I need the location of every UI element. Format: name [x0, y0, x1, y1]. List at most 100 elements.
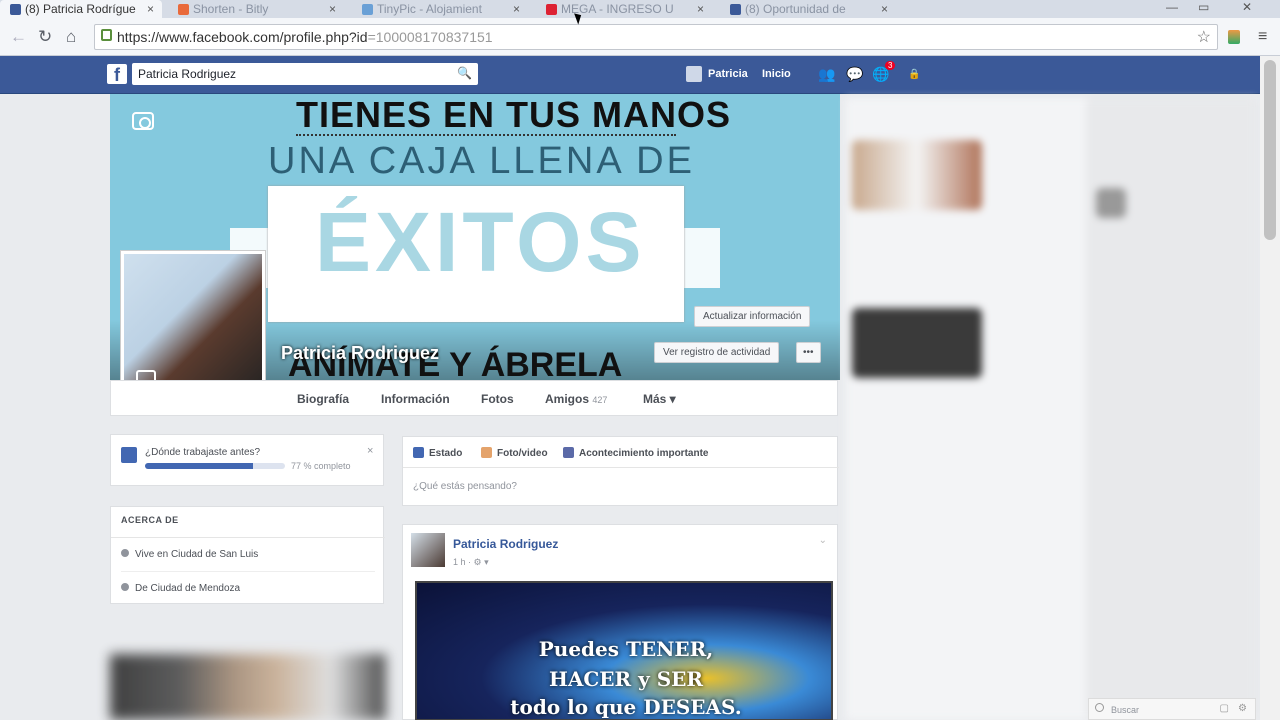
tab-biografia[interactable]: Biografía	[297, 392, 349, 406]
url-host: https://www.facebook.com/profile.php?id	[117, 29, 368, 45]
activity-log-button[interactable]: Ver registro de actividad	[654, 342, 780, 363]
chat-search-bar[interactable]: Buscar ▢ ⚙	[1088, 698, 1256, 720]
pencil-icon	[413, 447, 424, 458]
reload-icon[interactable]: ↻	[38, 27, 52, 47]
blurred-ad-image	[852, 140, 982, 210]
tab-mas[interactable]: Más ▾	[643, 392, 676, 406]
photo-icon	[481, 447, 492, 458]
composer-status-label: Estado	[429, 448, 463, 459]
post-image-text-line3: todo lo que DESEAS.	[510, 695, 742, 719]
profile-completion-card: ¿Dónde trabajaste antes? 77 % completo ×	[110, 434, 384, 486]
composer-status-tab[interactable]: Estado	[413, 447, 462, 459]
post-author-name[interactable]: Patricia Rodriguez	[453, 537, 558, 551]
messages-icon[interactable]: 💬	[846, 66, 863, 82]
post-image[interactable]: Puedes TENER, HACER y SER todo lo que DE…	[415, 581, 833, 720]
completion-progress-bar	[145, 463, 285, 469]
address-bar[interactable]: https://www.facebook.com/profile.php?id=…	[94, 24, 1218, 50]
maximize-icon[interactable]: ▭	[1198, 0, 1209, 14]
header-home-link[interactable]: Inicio	[762, 68, 791, 80]
post-composer: Estado Foto/video Acontecimiento importa…	[402, 436, 839, 506]
close-icon[interactable]: ×	[697, 2, 704, 16]
privacy-shortcuts-icon[interactable]: 🔒	[908, 69, 924, 85]
friends-count: 427	[592, 395, 608, 405]
browser-tab-2[interactable]: Shorten - Bitly ×	[168, 0, 344, 18]
facebook-header: f Patricia Rodriguez 🔍 Patricia Inicio 👥…	[0, 56, 1260, 94]
chat-options-icon[interactable]: ▢	[1220, 703, 1229, 714]
browser-tab-label: (8) Oportunidad de	[745, 2, 846, 16]
close-icon[interactable]: ×	[881, 2, 888, 16]
tab-fotos[interactable]: Fotos	[481, 392, 514, 406]
more-options-button[interactable]: •••	[796, 342, 821, 363]
close-icon[interactable]: ×	[329, 2, 336, 16]
composer-input[interactable]: ¿Qué estás pensando?	[413, 481, 517, 492]
composer-event-tab[interactable]: Acontecimiento importante	[563, 447, 708, 459]
chat-status-icon	[1095, 703, 1104, 712]
browser-tab-label: (8) Patricia Rodrígue	[25, 2, 136, 16]
page-scrollbar[interactable]	[1260, 56, 1280, 720]
scrollbar-thumb[interactable]	[1264, 60, 1276, 240]
bookmark-star-icon[interactable]: ☆	[1197, 27, 1211, 47]
extension-icon[interactable]	[1228, 30, 1240, 44]
about-lives-in[interactable]: Vive en Ciudad de San Luis	[121, 549, 258, 560]
profile-photo-image	[124, 254, 262, 396]
browser-tab-1[interactable]: (8) Patricia Rodrígue ×	[0, 0, 162, 18]
browser-tab-5[interactable]: (8) Oportunidad de ×	[720, 0, 896, 18]
facebook-logo-icon[interactable]: f	[107, 64, 127, 85]
post-meta[interactable]: 1 h · ⚙ ▾	[453, 557, 489, 568]
search-input[interactable]: Patricia Rodriguez 🔍	[132, 63, 478, 85]
flag-icon	[563, 447, 574, 458]
bitly-favicon-icon	[178, 3, 189, 15]
about-from[interactable]: De Ciudad de Mendoza	[121, 583, 240, 594]
completion-question[interactable]: ¿Dónde trabajaste antes?	[145, 447, 260, 458]
profile-tabs: Biografía Información Fotos Amigos 427 M…	[110, 380, 838, 416]
close-icon[interactable]: ×	[147, 2, 154, 16]
lock-icon	[101, 29, 112, 41]
divider	[111, 537, 385, 538]
cover-text-exitos: ÉXITOS	[315, 195, 646, 289]
completion-percent: 77 % completo	[291, 461, 351, 471]
post-author-avatar[interactable]	[411, 533, 445, 567]
about-lives-text: Vive en Ciudad de San Luis	[135, 549, 259, 560]
divider	[121, 571, 375, 572]
header-avatar[interactable]	[686, 66, 702, 82]
url-text: https://www.facebook.com/profile.php?id=…	[117, 29, 493, 45]
search-icon[interactable]: 🔍	[457, 66, 472, 80]
briefcase-icon	[121, 447, 137, 463]
browser-tab-4[interactable]: MEGA - INGRESO U ×	[536, 0, 712, 18]
blurred-photos-preview	[110, 654, 386, 720]
cover-text-line2: UNA CAJA LLENA DE	[268, 140, 695, 182]
location-pin-icon	[121, 583, 129, 591]
header-profile-link[interactable]: Patricia	[708, 68, 748, 80]
home-icon[interactable]: ⌂	[66, 27, 76, 47]
profile-name[interactable]: Patricia Rodriguez	[281, 343, 439, 364]
facebook-favicon-icon	[730, 3, 741, 15]
composer-photo-tab[interactable]: Foto/video	[481, 447, 548, 459]
browser-tab-3[interactable]: TinyPic - Alojamient ×	[352, 0, 528, 18]
about-heading: ACERCA DE	[121, 515, 179, 525]
cover-text-line1: TIENES EN TUS MANOS	[296, 94, 732, 135]
gear-icon[interactable]: ⚙	[1238, 703, 1247, 714]
minimize-icon[interactable]: —	[1166, 0, 1178, 14]
search-value: Patricia Rodriguez	[138, 67, 237, 81]
browser-menu-icon[interactable]: ≡	[1258, 28, 1267, 46]
chevron-down-icon[interactable]: ⌄	[819, 535, 827, 546]
tab-amigos-label: Amigos	[545, 392, 590, 406]
close-icon[interactable]: ×	[367, 445, 373, 457]
url-query: =100008170837151	[367, 29, 493, 45]
tab-informacion[interactable]: Información	[381, 392, 450, 406]
friend-requests-icon[interactable]: 👥	[818, 66, 835, 82]
post-image-text-line1: Puedes TENER,	[538, 637, 714, 661]
browser-toolbar: ← ↻ ⌂ https://www.facebook.com/profile.p…	[0, 18, 1280, 56]
about-card: ACERCA DE Vive en Ciudad de San Luis De …	[110, 506, 385, 604]
change-cover-camera-icon[interactable]	[132, 112, 154, 130]
chat-search-placeholder: Buscar	[1111, 705, 1140, 715]
profile-picture[interactable]	[120, 250, 266, 400]
back-arrow-icon[interactable]: ←	[10, 27, 27, 47]
notification-badge: 3	[885, 61, 896, 70]
tinypic-favicon-icon	[362, 3, 373, 15]
feed-post: Patricia Rodriguez 1 h · ⚙ ▾ ⌄ Puedes TE…	[402, 524, 838, 720]
update-info-button[interactable]: Actualizar información	[694, 306, 811, 327]
window-close-icon[interactable]: ✕	[1242, 0, 1252, 14]
close-icon[interactable]: ×	[513, 2, 520, 16]
tab-amigos[interactable]: Amigos 427	[545, 392, 607, 406]
